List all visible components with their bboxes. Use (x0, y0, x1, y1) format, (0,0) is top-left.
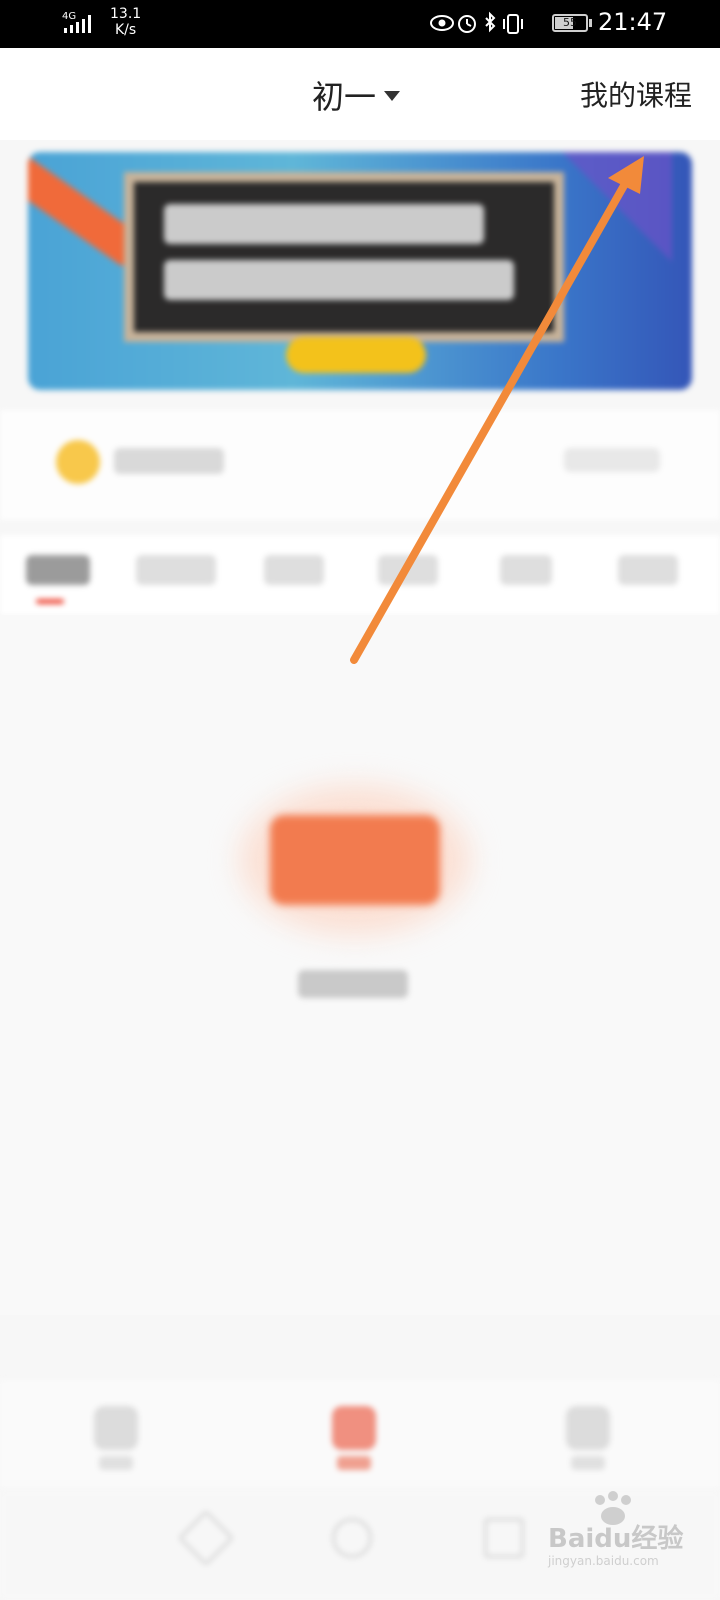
signal-icon: 4G (62, 8, 102, 40)
nav-course-icon[interactable] (332, 1406, 376, 1450)
promo-banner[interactable] (28, 152, 692, 390)
info-link-placeholder (564, 448, 660, 472)
recents-icon[interactable] (484, 1518, 524, 1558)
clock: 21:47 (598, 8, 668, 36)
eye-icon (430, 15, 454, 31)
empty-state-icon (270, 815, 440, 905)
network-type: 4G (62, 11, 76, 22)
subject-tabs (0, 535, 720, 615)
active-tab-indicator (36, 599, 64, 604)
alarm-icon (458, 15, 476, 33)
chalkboard-graphic (124, 172, 564, 342)
bluetooth-icon (485, 11, 496, 33)
nav-home-label (99, 1456, 133, 1470)
baidu-watermark: Baidu经验 jingyan.baidu.com (548, 1490, 698, 1570)
battery-level: 55 (563, 16, 577, 29)
back-icon[interactable] (177, 1509, 235, 1567)
info-text-placeholder (114, 448, 224, 474)
set-square-graphic (562, 152, 672, 262)
tab-2[interactable] (136, 555, 216, 585)
nav-profile-label (571, 1456, 605, 1470)
bottom-navigation (0, 1380, 720, 1490)
tab-3[interactable] (264, 555, 324, 585)
status-icons (430, 10, 542, 42)
network-speed-value: 13.1 (110, 6, 142, 22)
status-bar: 4G 13.1 K/s 55 21:47 (0, 0, 720, 48)
battery-icon: 55 (552, 14, 588, 32)
nav-course-label (337, 1456, 371, 1470)
watermark-site: jingyan.baidu.com (548, 1554, 659, 1568)
tab-6[interactable] (618, 555, 678, 585)
tab-5[interactable] (500, 555, 552, 585)
empty-state-text-placeholder (298, 970, 408, 998)
grade-selector[interactable]: 初一 (312, 72, 401, 118)
nav-home-icon[interactable] (94, 1406, 138, 1450)
my-courses-button[interactable]: 我的课程 (580, 74, 692, 114)
caret-down-icon (384, 91, 401, 101)
vibrate-icon (503, 14, 523, 34)
network-speed-unit: K/s (114, 22, 137, 38)
tab-4[interactable] (378, 555, 438, 585)
coin-icon (56, 440, 100, 484)
network-speed: 13.1 K/s (110, 6, 141, 38)
app-header: 初一 我的课程 (0, 48, 720, 140)
content-area (0, 615, 720, 1315)
battery-tip (589, 19, 592, 27)
home-icon[interactable] (332, 1518, 372, 1558)
banner-cta-pill (286, 337, 426, 373)
nav-profile-icon[interactable] (566, 1406, 610, 1450)
watermark-brand: Baidu经验 (548, 1524, 684, 1554)
info-row[interactable] (0, 410, 720, 520)
grade-label: 初一 (312, 78, 377, 116)
tab-1[interactable] (26, 555, 90, 585)
